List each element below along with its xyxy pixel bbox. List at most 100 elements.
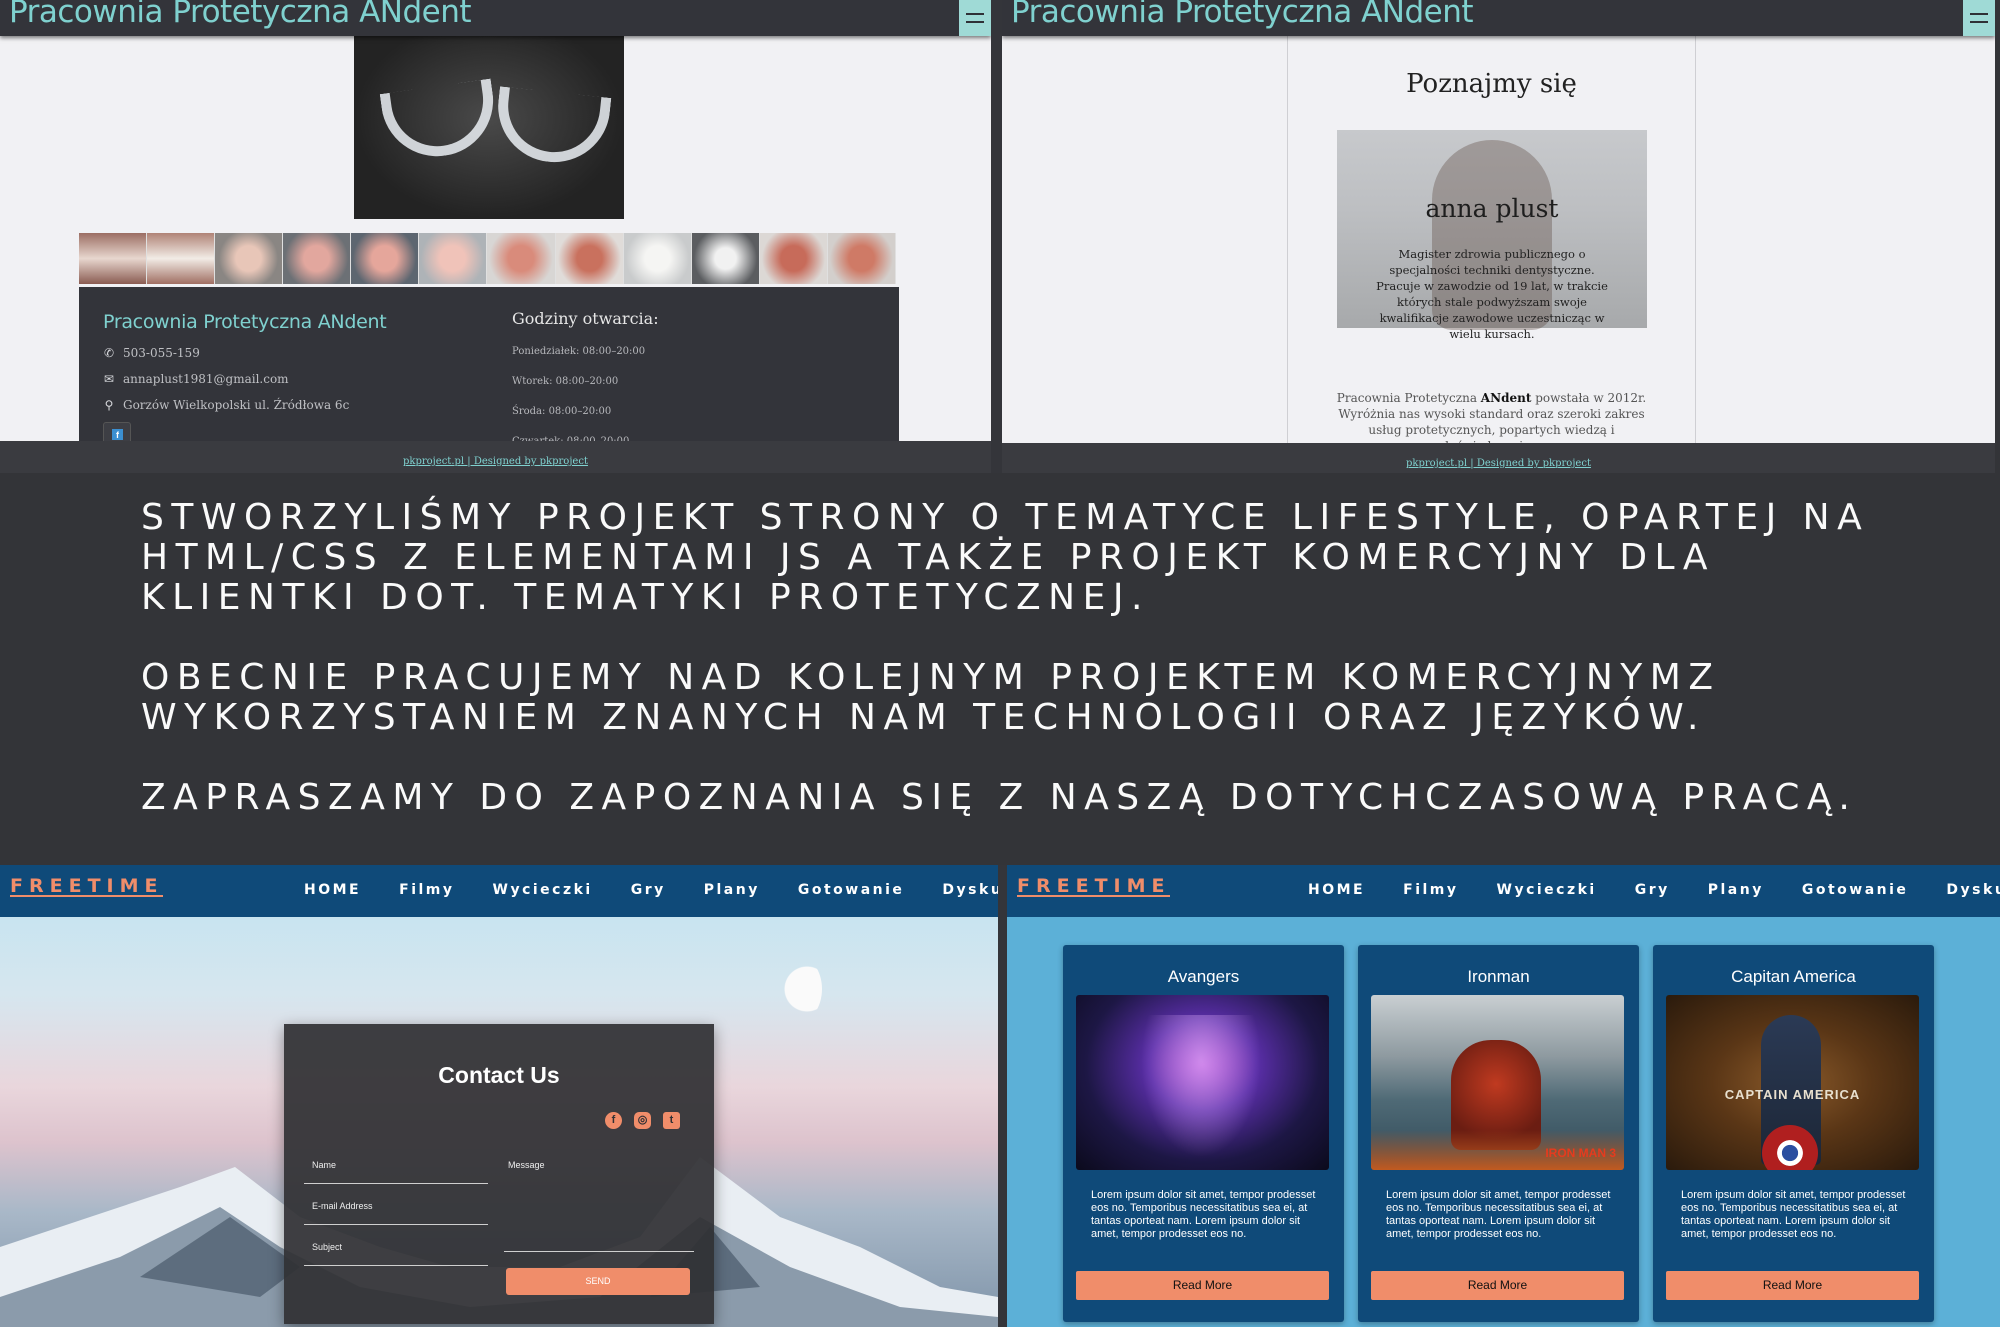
logo[interactable]: FREETIME <box>10 877 164 897</box>
gallery-thumb[interactable] <box>147 233 216 284</box>
read-more-button[interactable]: Read More <box>1371 1271 1624 1300</box>
nav-gotowanie[interactable]: Gotowanie <box>1802 882 1909 898</box>
navbar: FREETIME HOME Filmy Wycieczki Gry Plany … <box>1007 865 2000 917</box>
site-header: Pracownia Protetyczna ANdent <box>1002 0 1995 36</box>
nav-dyskusja[interactable]: Dyskusja <box>942 882 998 898</box>
gallery-thumb[interactable] <box>215 233 284 284</box>
footer: pkproject.pl | Designed by pkproject <box>0 441 991 473</box>
card-title: Ironman <box>1467 967 1530 986</box>
card-title: Avangers <box>1167 967 1240 986</box>
read-more-button[interactable]: Read More <box>1076 1271 1329 1300</box>
nav-home[interactable]: HOME <box>1308 882 1365 898</box>
site-title[interactable]: Pracownia Protetyczna ANdent <box>9 0 472 30</box>
subject-label: Subject <box>312 1242 343 1252</box>
gallery-thumb[interactable] <box>827 233 896 284</box>
gallery-thumb[interactable] <box>555 233 624 284</box>
nav-dyskusja[interactable]: Dyskusja <box>1946 882 2000 898</box>
card-text: Lorem ipsum dolor sit amet, tempor prode… <box>1386 1189 1611 1240</box>
movie-card: Ironman IRON MAN 3 Lorem ipsum dolor sit… <box>1358 945 1639 1322</box>
message-field[interactable]: Message <box>504 1154 694 1252</box>
email-address[interactable]: annaplust1981@gmail.com <box>123 372 289 386</box>
nav-home[interactable]: HOME <box>304 882 361 898</box>
owner-photo: anna plust Magister zdrowia publicznego … <box>1337 130 1647 341</box>
hours-row: Poniedziałek: 08:00–20:00 <box>512 346 646 357</box>
about-section: Poznajmy się anna plust Magister zdrowia… <box>1287 36 1696 473</box>
facebook-icon[interactable]: f <box>605 1112 622 1129</box>
collage: Pracownia Protetyczna ANdent Pracownia P… <box>0 0 2000 1327</box>
intro-brand: ANdent <box>1480 391 1532 405</box>
nav-filmy[interactable]: Filmy <box>399 882 454 898</box>
nav-filmy[interactable]: Filmy <box>1403 882 1458 898</box>
card-text: Lorem ipsum dolor sit amet, tempor prode… <box>1091 1189 1316 1240</box>
message-label: Message <box>508 1160 545 1170</box>
card-text: Lorem ipsum dolor sit amet, tempor prode… <box>1681 1189 1906 1240</box>
contact-card: Pracownia Protetyczna ANdent ✆ 503-055-1… <box>79 287 899 450</box>
person-name: anna plust <box>1425 194 1559 223</box>
menu-icon[interactable] <box>1963 0 1995 36</box>
intro-text-start: Pracownia Protetyczna <box>1336 391 1481 405</box>
nav-plany[interactable]: Plany <box>1708 882 1764 898</box>
gallery-thumb[interactable] <box>487 233 556 284</box>
movie-card: Capitan America CAPTAIN AMERICA Lorem ip… <box>1653 945 1934 1322</box>
gallery-thumb[interactable] <box>351 233 420 284</box>
nav-plany[interactable]: Plany <box>704 882 760 898</box>
gallery-thumb[interactable] <box>759 233 828 284</box>
name-field[interactable]: Name <box>304 1154 488 1184</box>
email-field[interactable]: E-mail Address <box>304 1195 488 1225</box>
movie-poster <box>1076 995 1329 1170</box>
section-title: Poznajmy się <box>1406 69 1577 99</box>
nav-gry[interactable]: Gry <box>1635 882 1670 898</box>
name-label: Name <box>312 1160 337 1170</box>
gallery-thumbnails <box>79 233 896 284</box>
movie-card: Avangers Lorem ipsum dolor sit amet, tem… <box>1063 945 1344 1322</box>
contact-form: Contact Us f ◎ t Name E-mail Address Sub… <box>284 1024 714 1324</box>
phone-icon: ✆ <box>103 346 115 360</box>
gallery-thumb[interactable] <box>691 233 760 284</box>
nav-wycieczki[interactable]: Wycieczki <box>493 882 593 898</box>
gallery-thumb[interactable] <box>419 233 488 284</box>
email-label: E-mail Address <box>312 1201 373 1211</box>
nav-links: HOME Filmy Wycieczki Gry Plany Gotowanie… <box>304 882 998 898</box>
hours-row: Wtorek: 08:00–20:00 <box>512 376 619 387</box>
subject-field[interactable]: Subject <box>304 1236 488 1266</box>
gallery-thumb[interactable] <box>283 233 352 284</box>
banner-paragraph: ZAPRASZAMY DO ZAPOZNANIA SIĘ Z NASZĄ DOT… <box>141 777 1858 818</box>
read-more-button[interactable]: Read More <box>1666 1271 1919 1300</box>
address-row: ⚲ Gorzów Wielkopolski ul. Źródłowa 6c <box>103 398 350 412</box>
banner-paragraph: STWORZYLIŚMY PROJEKT STRONY O TEMATYCE L… <box>141 497 1870 618</box>
menu-icon[interactable] <box>959 0 991 36</box>
person-description: Magister zdrowia publicznego o specjalno… <box>1376 247 1608 341</box>
divider <box>998 865 1007 1327</box>
card-title: Capitan America <box>1731 967 1856 986</box>
footer-link[interactable]: pkproject.pl | Designed by pkproject <box>403 456 588 467</box>
freetime-movies-screenshot: FREETIME HOME Filmy Wycieczki Gry Plany … <box>1007 865 2000 1327</box>
gallery-thumb[interactable] <box>623 233 692 284</box>
nav-gotowanie[interactable]: Gotowanie <box>798 882 905 898</box>
send-button[interactable]: SEND <box>506 1268 690 1295</box>
andent-gallery-screenshot: Pracownia Protetyczna ANdent Pracownia P… <box>0 0 991 473</box>
social-links: f ◎ t <box>605 1112 680 1129</box>
company-name: Pracownia Protetyczna ANdent <box>103 311 387 333</box>
facebook-icon: f <box>112 429 123 440</box>
site-title[interactable]: Pracownia Protetyczna ANdent <box>1011 0 1474 30</box>
envelope-icon: ✉ <box>103 372 115 386</box>
address: Gorzów Wielkopolski ul. Źródłowa 6c <box>123 398 350 412</box>
phone-row: ✆ 503-055-159 <box>103 346 200 360</box>
poster-text: IRON MAN 3 <box>1545 1146 1616 1160</box>
nav-gry[interactable]: Gry <box>631 882 666 898</box>
site-header: Pracownia Protetyczna ANdent <box>0 0 991 36</box>
gallery-thumb[interactable] <box>79 233 148 284</box>
map-marker-icon: ⚲ <box>104 398 114 412</box>
footer-link[interactable]: pkproject.pl | Designed by pkproject <box>1406 458 1591 469</box>
email-row: ✉ annaplust1981@gmail.com <box>103 372 289 386</box>
twitter-icon[interactable]: t <box>663 1112 680 1129</box>
instagram-icon[interactable]: ◎ <box>634 1112 651 1129</box>
nav-wycieczki[interactable]: Wycieczki <box>1497 882 1597 898</box>
description-banner: STWORZYLIŚMY PROJEKT STRONY O TEMATYCE L… <box>141 498 1961 818</box>
phone-number[interactable]: 503-055-159 <box>123 346 200 360</box>
footer: pkproject.pl | Designed by pkproject <box>1002 443 1995 473</box>
freetime-contact-screenshot: FREETIME HOME Filmy Wycieczki Gry Plany … <box>0 865 998 1327</box>
hours-heading: Godziny otwarcia: <box>512 309 659 328</box>
andent-about-screenshot: Pracownia Protetyczna ANdent Poznajmy si… <box>1002 0 1995 473</box>
logo[interactable]: FREETIME <box>1017 877 1171 897</box>
